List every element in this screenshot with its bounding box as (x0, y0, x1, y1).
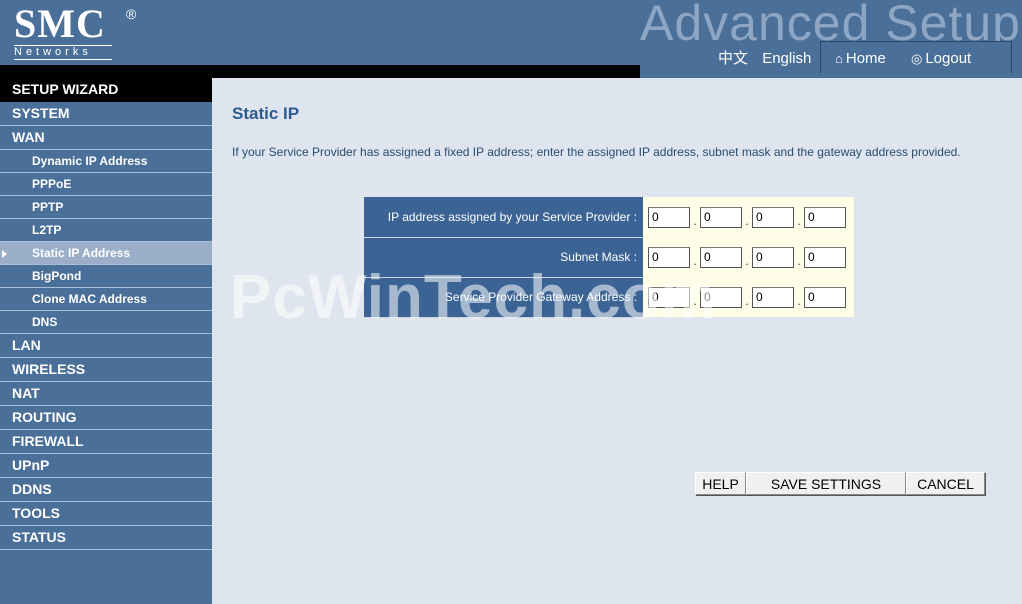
sidebar: SETUP WIZARD SYSTEM WAN Dynamic IP Addre… (0, 78, 212, 604)
sidebar-item-setup-wizard[interactable]: SETUP WIZARD (0, 78, 212, 102)
sidebar-item-routing[interactable]: ROUTING (0, 406, 212, 430)
sidebar-item-ddns[interactable]: DDNS (0, 478, 212, 502)
page-description: If your Service Provider has assigned a … (232, 145, 961, 159)
ip-octet-2[interactable] (700, 206, 742, 228)
page-title: Static IP (232, 104, 300, 123)
home-label: Home (845, 50, 886, 67)
gateway-octet-3[interactable] (752, 286, 794, 308)
lang-chinese-link[interactable]: 中文 (718, 50, 748, 67)
sidebar-item-l2tp[interactable]: L2TP (0, 219, 212, 242)
sidebar-item-tools[interactable]: TOOLS (0, 502, 212, 526)
button-row: HELP SAVE SETTINGS CANCEL (695, 472, 985, 495)
ip-octet-3[interactable] (752, 206, 794, 228)
sidebar-item-pppoe[interactable]: PPPoE (0, 173, 212, 196)
lang-english-link[interactable]: English (762, 50, 811, 67)
ip-octet-4[interactable] (804, 206, 846, 228)
help-button[interactable]: HELP (695, 472, 746, 495)
registered-mark: ® (126, 6, 137, 22)
sidebar-item-firewall[interactable]: FIREWALL (0, 430, 212, 454)
sidebar-item-lan[interactable]: LAN (0, 334, 212, 358)
ip-address-label: IP address assigned by your Service Prov… (364, 197, 643, 238)
sidebar-item-wireless[interactable]: WIRELESS (0, 358, 212, 382)
subnet-octet-3[interactable] (752, 246, 794, 268)
sidebar-item-dns[interactable]: DNS (0, 311, 212, 334)
home-logout-box: ⌂ Home ◎ Logout (820, 41, 1012, 73)
ip-address-fields: ... (643, 197, 854, 237)
home-icon: ⌂ (835, 51, 843, 66)
sidebar-item-wan[interactable]: WAN (0, 126, 212, 150)
ip-address-row: IP address assigned by your Service Prov… (364, 197, 854, 238)
header-black-bar (0, 65, 640, 78)
brand-name: SMC (14, 1, 106, 46)
sidebar-item-bigpond[interactable]: BigPond (0, 265, 212, 288)
logout-icon: ◎ (911, 51, 923, 66)
save-settings-button[interactable]: SAVE SETTINGS (746, 472, 906, 495)
brand-sub: Networks (14, 45, 112, 60)
sidebar-item-system[interactable]: SYSTEM (0, 102, 212, 126)
sidebar-item-nat[interactable]: NAT (0, 382, 212, 406)
sidebar-item-clone-mac[interactable]: Clone MAC Address (0, 288, 212, 311)
sidebar-item-status[interactable]: STATUS (0, 526, 212, 550)
home-link[interactable]: ⌂ Home (835, 50, 886, 67)
watermark: PcWinTech.com (230, 263, 717, 332)
language-links: 中文 English (718, 47, 821, 68)
cancel-button[interactable]: CANCEL (906, 472, 985, 495)
logout-label: Logout (925, 50, 972, 67)
header: SMC ® Networks Advanced Setup 中文 English… (0, 0, 1022, 78)
smc-logo: SMC ® Networks (14, 1, 136, 60)
sidebar-item-dynamic-ip[interactable]: Dynamic IP Address (0, 150, 212, 173)
gateway-octet-4[interactable] (804, 286, 846, 308)
sidebar-item-static-ip[interactable]: Static IP Address (0, 242, 212, 265)
logout-link[interactable]: ◎ Logout (911, 50, 971, 67)
sidebar-item-pptp[interactable]: PPTP (0, 196, 212, 219)
subnet-octet-4[interactable] (804, 246, 846, 268)
ip-octet-1[interactable] (648, 206, 690, 228)
sidebar-item-upnp[interactable]: UPnP (0, 454, 212, 478)
